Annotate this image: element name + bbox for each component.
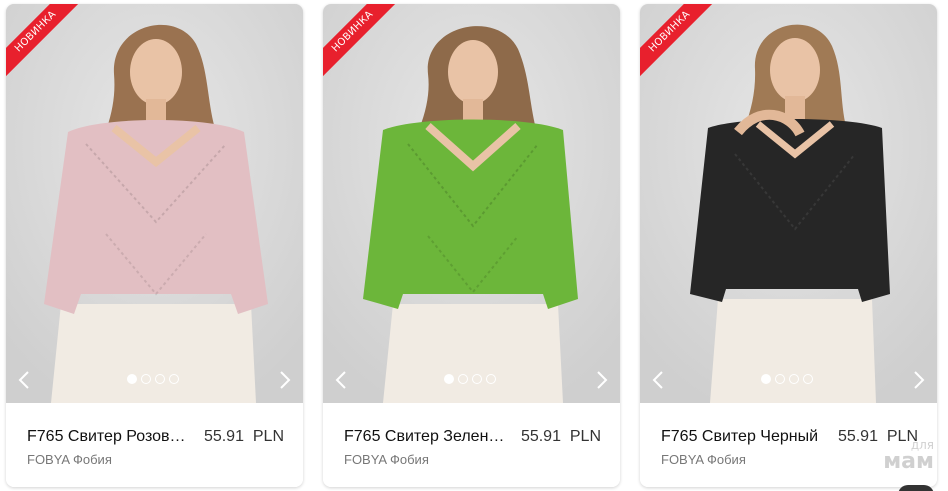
product-photo[interactable]: НОВИНКА (323, 4, 620, 403)
product-title[interactable]: F765 Свитер Розовый (27, 428, 189, 446)
product-info: F765 Свитер Розовый 55.91 PLN FOBYA Фоби… (6, 403, 303, 487)
price-currency: PLN (569, 428, 601, 445)
carousel-dots (127, 374, 179, 384)
carousel-dot[interactable] (169, 374, 179, 384)
product-card[interactable]: НОВИНКА F765 Свитер Зеленый 55.91 PLN FO… (323, 4, 620, 487)
product-info: F765 Свитер Черный 55.91 PLN FOBYA Фобия (640, 403, 937, 487)
chevron-left-icon (335, 371, 346, 389)
product-card[interactable]: НОВИНКА F765 Свитер Черный 55.91 PLN FOB… (640, 4, 937, 487)
carousel-dot[interactable] (803, 374, 813, 384)
carousel-dot[interactable] (775, 374, 785, 384)
price-value: 55.91 (520, 428, 561, 445)
chevron-right-icon (280, 371, 291, 389)
next-image-button[interactable] (271, 366, 299, 394)
new-badge-label: НОВИНКА (640, 4, 720, 82)
prev-image-button[interactable] (644, 366, 672, 394)
chevron-right-icon (597, 371, 608, 389)
carousel-dot[interactable] (458, 374, 468, 384)
carousel-dot[interactable] (141, 374, 151, 384)
carousel-dot[interactable] (486, 374, 496, 384)
chevron-right-icon (914, 371, 925, 389)
product-photo[interactable]: НОВИНКА (640, 4, 937, 403)
prev-image-button[interactable] (327, 366, 355, 394)
product-info: F765 Свитер Зеленый 55.91 PLN FOBYA Фоби… (323, 403, 620, 487)
carousel-dot[interactable] (761, 374, 771, 384)
product-price: 55.91 PLN (838, 428, 918, 446)
chevron-left-icon (652, 371, 663, 389)
product-price: 55.91 PLN (204, 428, 284, 446)
prev-image-button[interactable] (10, 366, 38, 394)
product-photo[interactable]: НОВИНКА (6, 4, 303, 403)
product-title[interactable]: F765 Свитер Зеленый (344, 428, 506, 446)
new-badge: НОВИНКА (640, 4, 730, 94)
price-value: 55.91 (203, 428, 244, 445)
carousel-dot[interactable] (789, 374, 799, 384)
next-image-button[interactable] (588, 366, 616, 394)
next-image-button[interactable] (905, 366, 933, 394)
product-title[interactable]: F765 Свитер Черный (661, 428, 823, 446)
new-badge-label: НОВИНКА (323, 4, 403, 82)
carousel-dot[interactable] (155, 374, 165, 384)
carousel-dots (761, 374, 813, 384)
carousel-dot[interactable] (127, 374, 137, 384)
carousel-dot[interactable] (444, 374, 454, 384)
new-badge-label: НОВИНКА (6, 4, 86, 82)
new-badge: НОВИНКА (323, 4, 413, 94)
product-grid: НОВИНКА F765 Свитер Розовый 55.91 PLN FO… (6, 4, 937, 487)
chevron-left-icon (18, 371, 29, 389)
product-brand[interactable]: FOBYA Фобия (27, 452, 112, 467)
product-brand[interactable]: FOBYA Фобия (344, 452, 429, 467)
product-price: 55.91 PLN (521, 428, 601, 446)
product-brand[interactable]: FOBYA Фобия (661, 452, 746, 467)
carousel-dot[interactable] (472, 374, 482, 384)
price-currency: PLN (252, 428, 284, 445)
product-card[interactable]: НОВИНКА F765 Свитер Розовый 55.91 PLN FO… (6, 4, 303, 487)
price-value: 55.91 (837, 428, 878, 445)
new-badge: НОВИНКА (6, 4, 96, 94)
price-currency: PLN (886, 428, 918, 445)
carousel-dots (444, 374, 496, 384)
corner-tab[interactable] (898, 485, 934, 491)
